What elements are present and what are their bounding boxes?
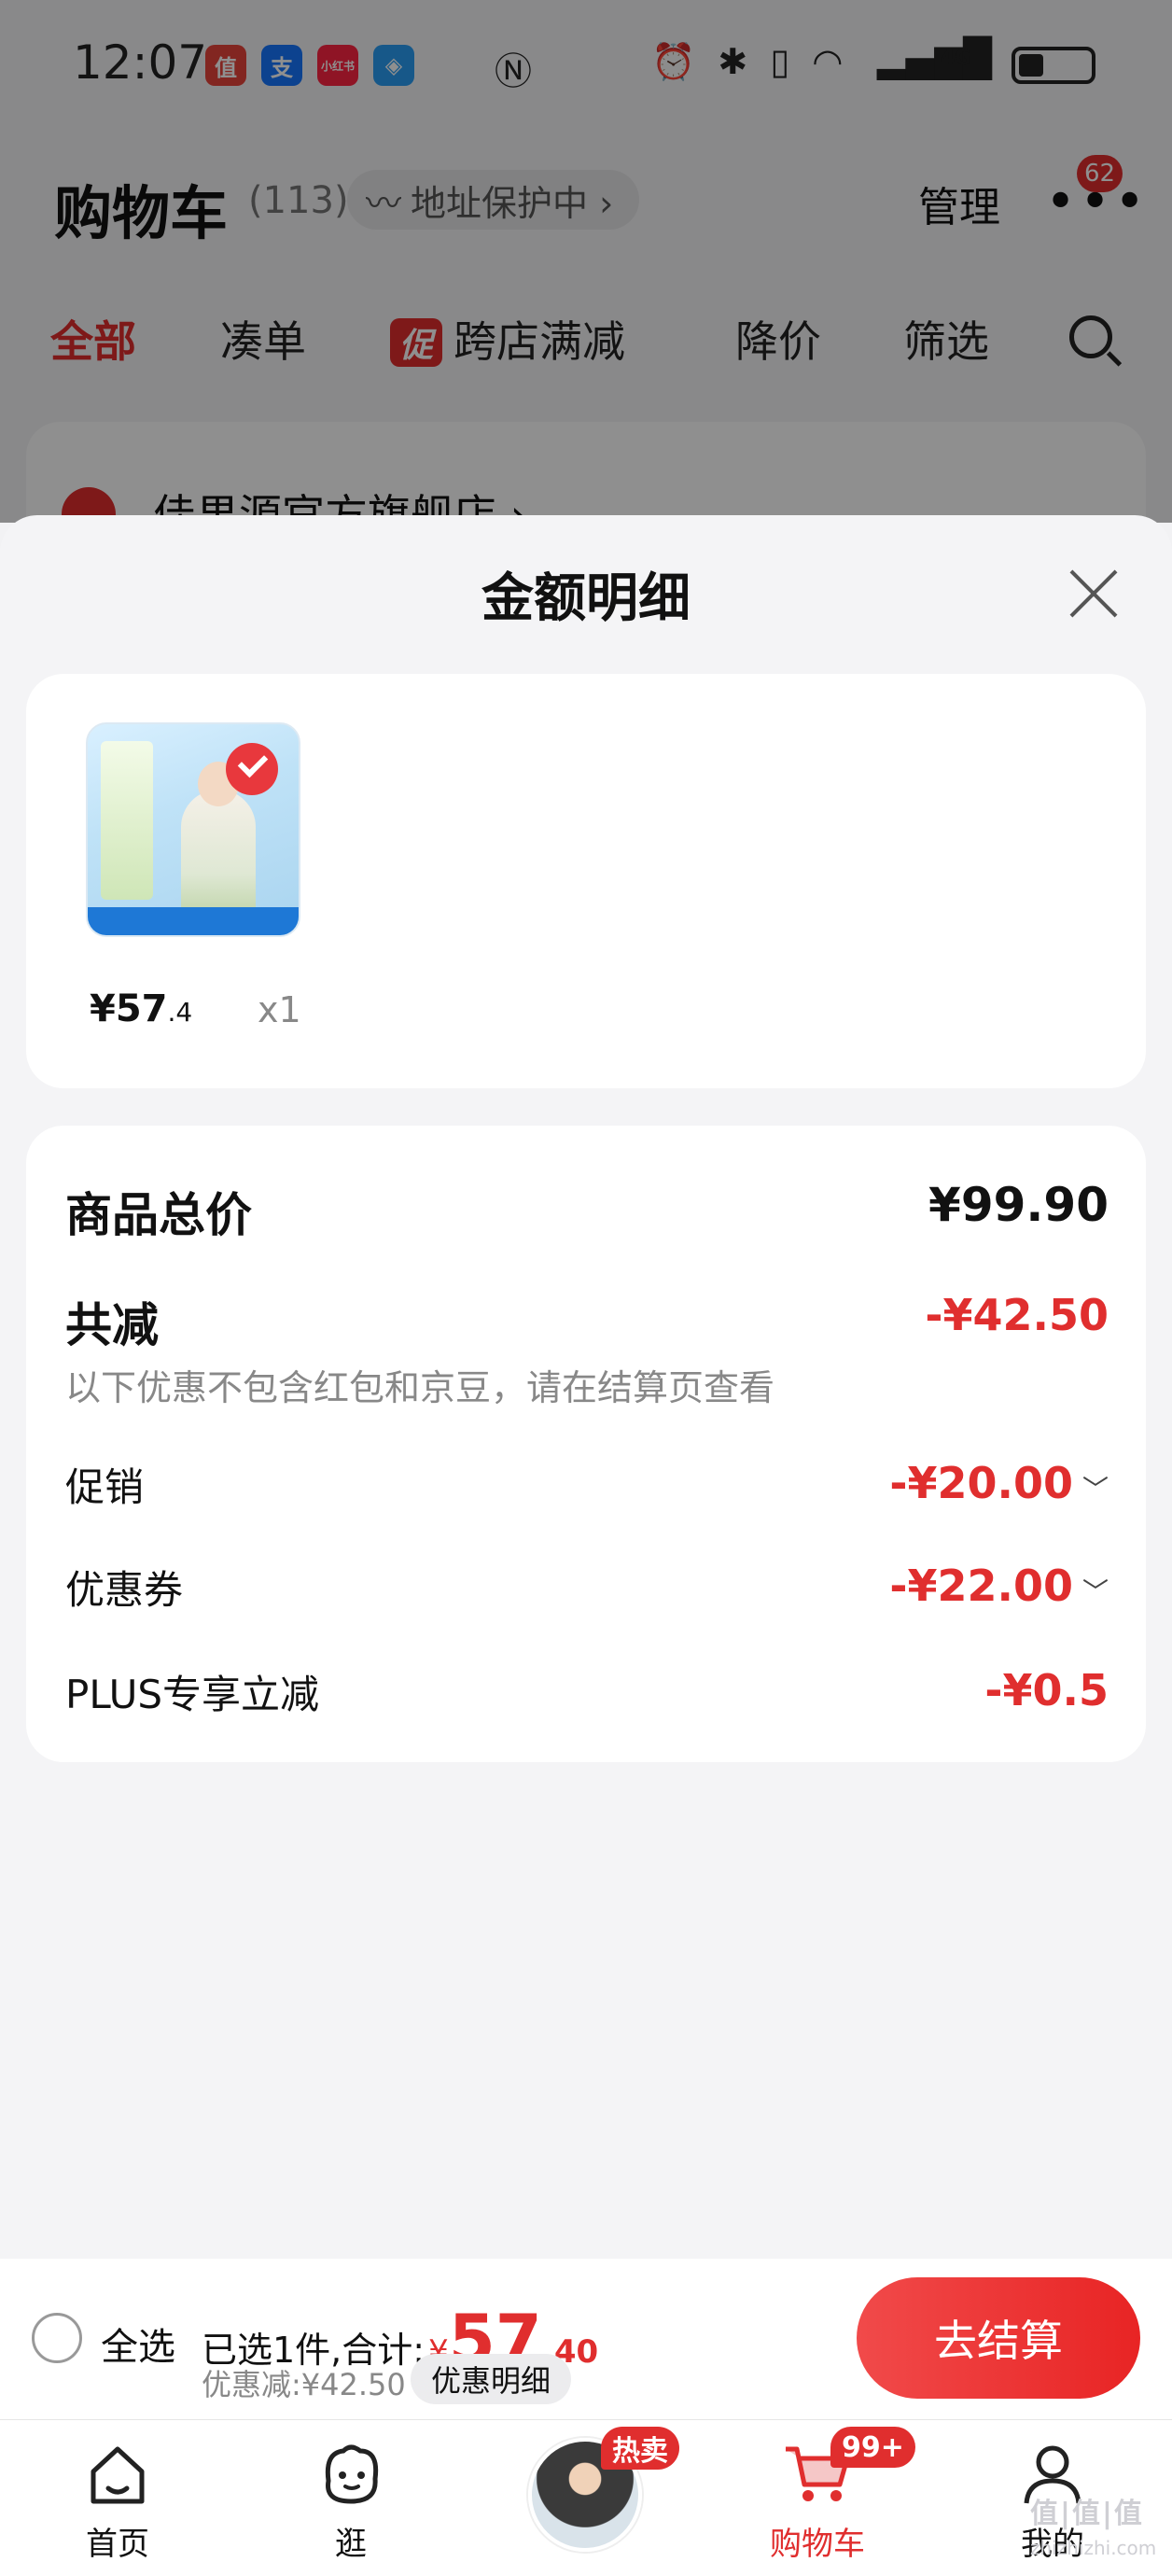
chevron-down-icon: ﹀ [1081,1576,1109,1607]
watermark-url: zhizhizhi.com [1030,2537,1157,2559]
sheet-title: 金额明细 [481,568,691,629]
coupon-value: -¥22.00 [889,1561,1073,1611]
reduction-label: 共减 [65,1298,159,1352]
nav-label: 首页 [86,2526,149,2563]
modal-overlay[interactable] [0,0,1172,523]
coupon-label: 优惠券 [65,1567,184,1613]
nav-label: 逛 [335,2526,367,2563]
watermark: 值|值|值 [1030,2498,1144,2530]
promotion-label: 促销 [65,1464,145,1510]
discount-detail-button[interactable]: 优惠明细 [411,2354,572,2404]
nav-label: 购物车 [770,2526,865,2563]
product-price-dec: .4 [167,997,193,1028]
reduction-value: -¥42.50 [925,1290,1109,1340]
cart-count-badge: 99+ [830,2427,915,2468]
select-all-checkbox[interactable] [32,2313,82,2363]
product-price-int: ¥57 [90,987,168,1030]
promotion-value: -¥20.00 [889,1458,1073,1508]
discount-summary: 优惠减:¥42.50 [202,2367,406,2402]
total-label: 商品总价 [65,1188,252,1242]
close-icon[interactable] [1066,566,1122,622]
total-value: ¥99.90 [928,1178,1109,1232]
chevron-down-icon: ﹀ [1081,1474,1109,1505]
plus-discount-value: -¥0.5 [984,1665,1109,1715]
product-package [101,741,153,900]
check-icon [226,743,278,795]
checkout-button[interactable]: 去结算 [857,2277,1140,2399]
product-image-banner [88,907,299,935]
product-quantity: x1 [258,989,301,1030]
nav-home[interactable]: 首页 [43,2436,192,2564]
plus-discount-label: PLUS专享立减 [65,1672,320,1717]
mascot-face-icon [325,2444,379,2504]
product-image[interactable] [86,722,300,937]
select-all-label[interactable]: 全选 [101,2317,175,2371]
product-price: ¥57.4 [90,987,192,1030]
promotion-row[interactable]: -¥20.00 ﹀ [889,1458,1109,1508]
home-icon [91,2446,145,2504]
coupon-row[interactable]: -¥22.00 ﹀ [889,1561,1109,1611]
reduction-note: 以下优惠不包含红包和京豆，请在结算页查看 [65,1367,775,1408]
hot-sale-badge: 热卖 [601,2427,679,2470]
nav-browse[interactable]: 逛 [276,2436,426,2564]
